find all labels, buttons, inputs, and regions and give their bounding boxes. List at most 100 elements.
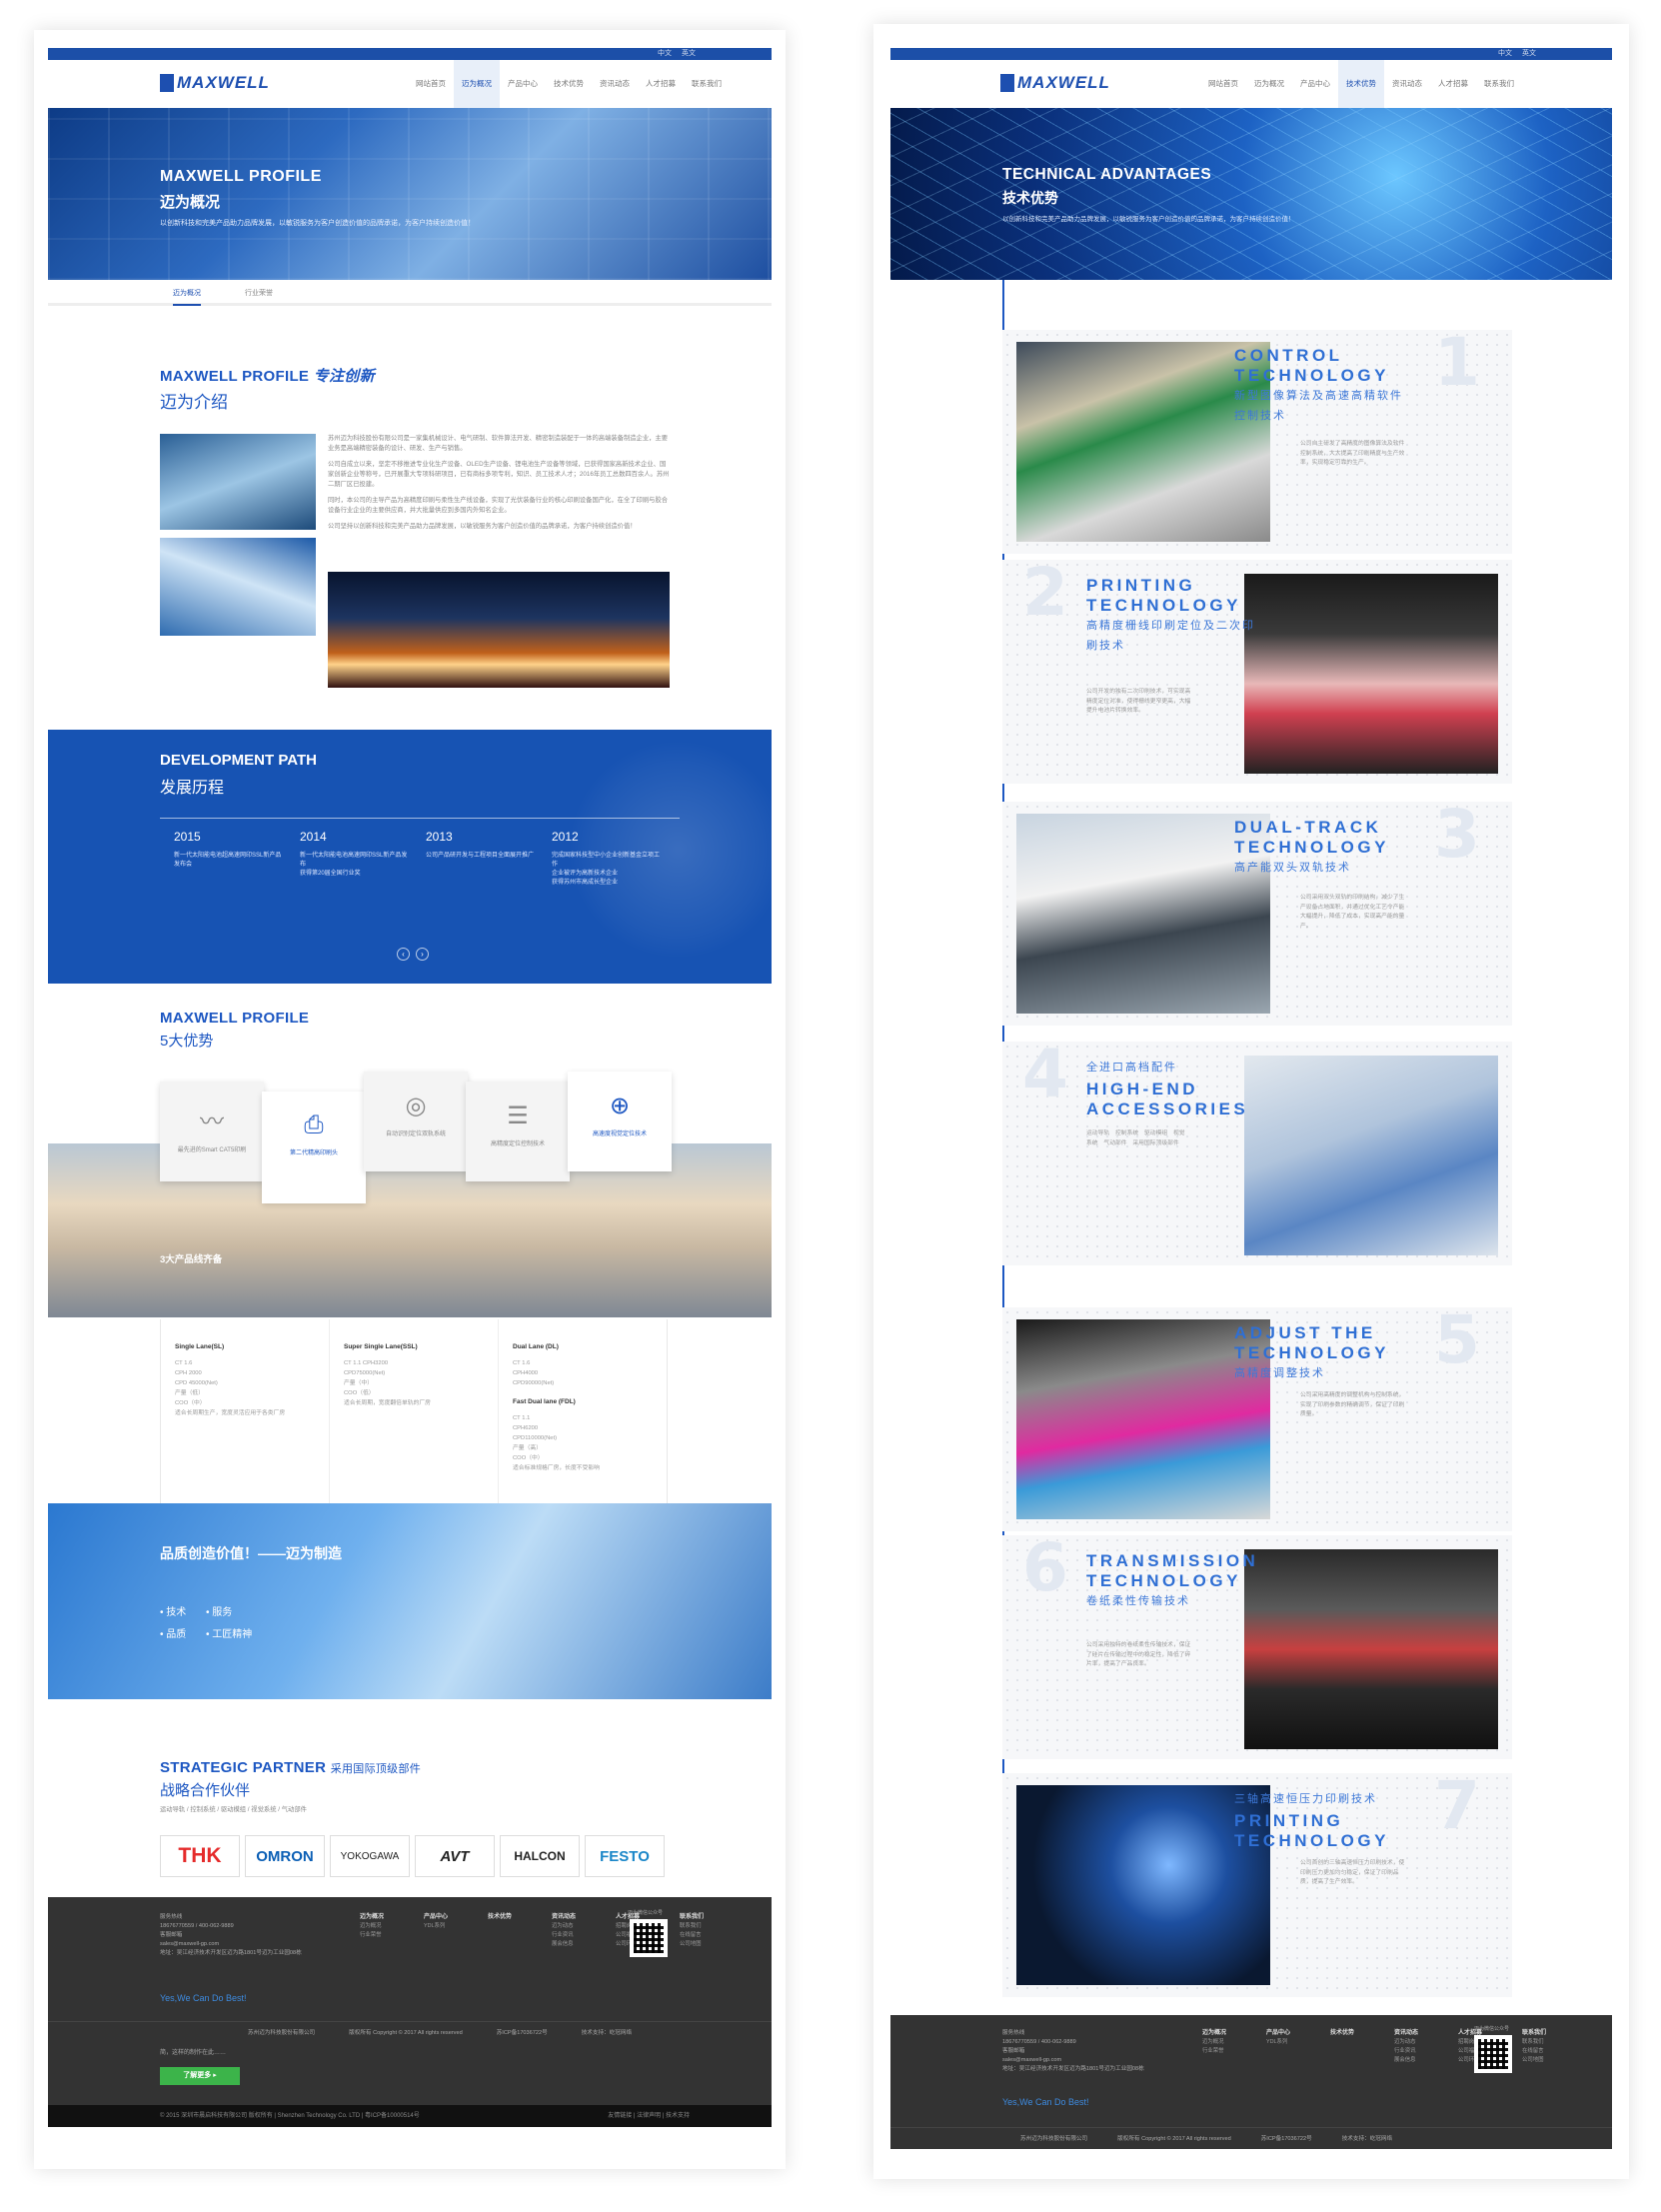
yokogawa-logo[interactable]: YOKOGAWA	[330, 1835, 410, 1877]
tech-en-line: TECHNOLOGY	[1086, 1571, 1241, 1590]
quality-list: • 技术 • 服务 • 品质 • 工匠精神	[160, 1603, 266, 1640]
footer-link[interactable]: 迈为概况	[360, 1922, 412, 1931]
nav-item-home[interactable]: 网站首页	[1200, 60, 1246, 108]
nav-item-profile[interactable]: 迈为概况	[1246, 60, 1292, 108]
footer-link[interactable]: 行业荣誉	[360, 1931, 412, 1940]
advantage-card[interactable]: 〰最先进的Smart CAT5印刷	[160, 1082, 264, 1181]
footer-link[interactable]: 迈为动态	[552, 1922, 604, 1931]
footer-link[interactable]: YDL系列	[424, 1922, 476, 1931]
lang-en-link[interactable]: 英文	[682, 50, 696, 57]
tech-desc: 公司采用高精度的调整机构与控制系统，实现了印刷参数的精确调节，保证了印刷质量。	[1300, 1392, 1405, 1417]
intro-title-text: MAXWELL PROFILE	[160, 368, 310, 385]
dev-subtitle: 发展历程	[160, 780, 225, 797]
advantage-card[interactable]: ⎙ 第二代精高印刷头	[262, 1092, 366, 1203]
prev-arrow-button[interactable]: ‹	[397, 948, 410, 961]
footer-col-heading[interactable]: 技术优势	[1330, 2030, 1354, 2036]
nav-item-products[interactable]: 产品中心	[500, 60, 546, 108]
tech-photo-printing	[1244, 574, 1498, 774]
advantage-card[interactable]: ☰ 高精度定位控制技术	[466, 1082, 570, 1181]
next-arrow-button[interactable]: ›	[416, 948, 429, 961]
timeline-item: 公司产品研开发与工程项目全面展开推广	[426, 853, 535, 859]
maxwell-logo[interactable]: MAXWELL	[160, 74, 270, 92]
product-line-name: Super Single Lane(SSL)	[344, 1343, 418, 1350]
footer-col: 产品中心 YDL系列	[424, 1913, 476, 1949]
tech-number: 4	[1022, 1036, 1068, 1112]
nav-item-careers[interactable]: 人才招募	[638, 60, 684, 108]
timeline-item: 获得苏州市高成长型企业	[552, 880, 619, 886]
tech-en-line: PRINTING	[1234, 1811, 1344, 1830]
footer-link[interactable]: 迈为动态	[1394, 2038, 1446, 2047]
contact-email[interactable]: sales@maxwell-gp.com	[160, 1940, 302, 1949]
partner-title: STRATEGIC PARTNER 采用国际顶级部件	[160, 1759, 421, 1776]
footer-col-heading[interactable]: 技术优势	[488, 1914, 512, 1920]
footer-link[interactable]: 行业资讯	[552, 1931, 604, 1940]
spec: 产量（中）	[344, 1380, 373, 1386]
building-photo-2	[160, 538, 316, 636]
advantage-card[interactable]: ◎ 自动识别定位双轨系统	[364, 1072, 468, 1171]
footer-col-heading[interactable]: 资讯动态	[552, 1914, 576, 1920]
footer-link[interactable]: 展会信息	[552, 1940, 604, 1949]
nav-item-news[interactable]: 资讯动态	[1384, 60, 1430, 108]
lang-en-link[interactable]: 英文	[1522, 50, 1536, 57]
footer-link[interactable]: 行业资讯	[1394, 2047, 1446, 2056]
footer-col-heading[interactable]: 迈为概况	[360, 1914, 384, 1920]
nav-item-products[interactable]: 产品中心	[1292, 60, 1338, 108]
learn-more-button[interactable]: 了解更多 ▸	[160, 2067, 240, 2085]
nav-item-careers[interactable]: 人才招募	[1430, 60, 1476, 108]
lang-zh-link[interactable]: 中文	[658, 50, 672, 57]
advantage-card-label: 自动识别定位双轨系统	[385, 1131, 446, 1137]
contact-phone[interactable]: 18676770559 / 400-062-9889	[1002, 2038, 1144, 2047]
avt-logo[interactable]: AVT	[415, 1835, 495, 1877]
nav-item-tech[interactable]: 技术优势	[1338, 60, 1384, 108]
nav-item-contact[interactable]: 联系我们	[684, 60, 730, 108]
nav-item-tech[interactable]: 技术优势	[546, 60, 592, 108]
halcon-logo[interactable]: HALCON	[500, 1835, 580, 1877]
omron-logo[interactable]: OMRON	[245, 1835, 325, 1877]
bottom-links[interactable]: 友情链接 | 法律声明 | 技术支持	[608, 2105, 690, 2127]
quality-item: • 品质	[160, 1629, 187, 1640]
footer-col-heading[interactable]: 产品中心	[424, 1914, 448, 1920]
footer: 服务热线 18676770559 / 400-062-9889 客服邮箱 sal…	[890, 2015, 1612, 2149]
footer-link[interactable]: 联系我们	[1522, 2038, 1574, 2047]
footer-link[interactable]: 展会信息	[1394, 2056, 1446, 2065]
footer-col-heading[interactable]: 资讯动态	[1394, 2030, 1418, 2036]
tab-profile[interactable]: 迈为概况	[173, 288, 201, 306]
footer-link[interactable]: 公司地图	[1522, 2056, 1574, 2065]
contact-email[interactable]: sales@maxwell-gp.com	[1002, 2056, 1144, 2065]
footer-link[interactable]: 在线留言	[1522, 2047, 1574, 2056]
lang-zh-link[interactable]: 中文	[1498, 50, 1512, 57]
tech-en-title: TRANSMISSION TECHNOLOGY	[1086, 1551, 1258, 1591]
festo-logo[interactable]: FESTO	[585, 1835, 665, 1877]
product-line-name: Fast Dual lane (FDL)	[513, 1398, 576, 1405]
footer-col-heading[interactable]: 迈为概况	[1202, 2030, 1226, 2036]
maxwell-logo[interactable]: MAXWELL	[1000, 74, 1110, 92]
footer-col-heading[interactable]: 联系我们	[680, 1914, 704, 1920]
spec: COO（中）	[513, 1455, 544, 1461]
footer-col-heading[interactable]: 产品中心	[1266, 2030, 1290, 2036]
spec: CPD 45000(Net)	[175, 1380, 218, 1386]
footer-link[interactable]: 在线留言	[680, 1931, 732, 1940]
nav-item-contact[interactable]: 联系我们	[1476, 60, 1522, 108]
footer-link[interactable]: 联系我们	[680, 1922, 732, 1931]
footer-link[interactable]: YDL系列	[1266, 2038, 1318, 2047]
thk-logo[interactable]: THK	[160, 1835, 240, 1877]
tech-en-line: TECHNOLOGY	[1234, 1343, 1389, 1362]
footer-col-heading[interactable]: 联系我们	[1522, 2030, 1546, 2036]
advantage-card[interactable]: ⊕ 高速度视觉定位技术	[568, 1072, 672, 1171]
nav-item-news[interactable]: 资讯动态	[592, 60, 638, 108]
qr-code	[630, 1919, 668, 1957]
product-lines-title: 3大产品线齐备	[160, 1254, 223, 1265]
contact-phone[interactable]: 18676770559 / 400-062-9889	[160, 1922, 302, 1931]
tech-photo-control	[1016, 342, 1270, 542]
nav-item-profile[interactable]: 迈为概况	[454, 60, 500, 108]
timeline-year: 2013	[426, 830, 453, 844]
tech-desc: 公司自主研发了高精度的图像算法及软件控制系统，大大提高了印刷精度与生产效率，实现…	[1300, 441, 1405, 466]
footer-link[interactable]: 迈为概况	[1202, 2038, 1254, 2047]
nav-item-home[interactable]: 网站首页	[408, 60, 454, 108]
advantage-card-label: 第二代精高印刷头	[289, 1150, 338, 1156]
spec: CPD90000(Net)	[513, 1380, 555, 1386]
footer-link[interactable]: 公司地图	[680, 1940, 732, 1949]
footer-link[interactable]: 行业荣誉	[1202, 2047, 1254, 2056]
tab-honors[interactable]: 行业荣誉	[245, 288, 273, 298]
spec: 产量（低）	[175, 1390, 204, 1396]
